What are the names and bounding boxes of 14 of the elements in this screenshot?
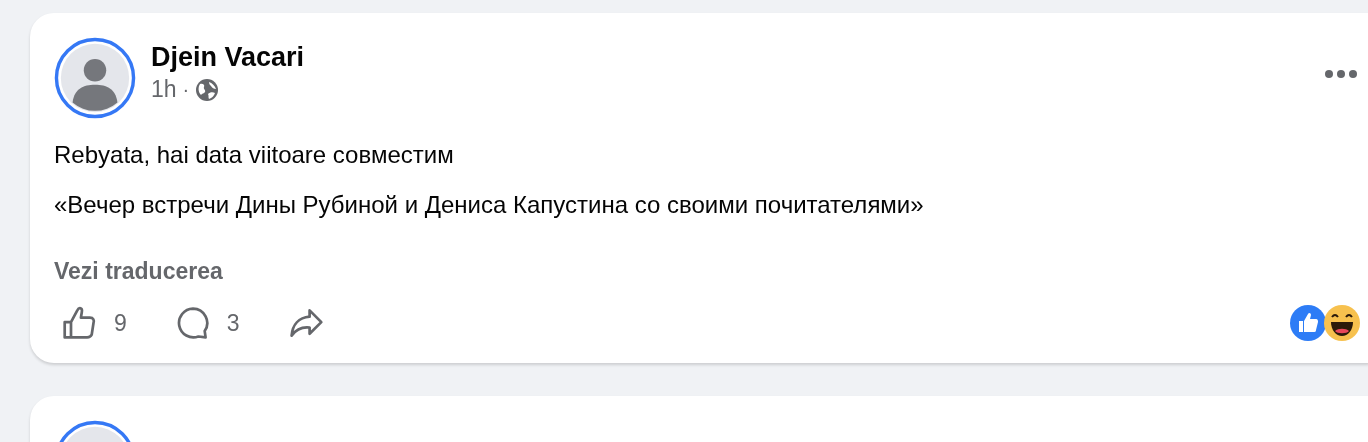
post-text: Rebyata, hai data viitoare совместим	[54, 140, 455, 170]
laughing-emoji-icon[interactable]	[1324, 305, 1360, 341]
separator-dot: ·	[182, 78, 190, 101]
more-options-icon[interactable]	[1324, 69, 1358, 79]
like-icon[interactable]	[62, 305, 98, 341]
author-name[interactable]: Djein Vacari	[151, 39, 305, 75]
like-reaction-icon[interactable]	[1290, 305, 1326, 341]
globe-icon	[195, 77, 220, 102]
like-count: 9	[114, 309, 127, 337]
post-text: «Вечер встречи Дины Рубиной и Дениса Капустина со своими почитателями»	[54, 190, 925, 220]
see-translation-link[interactable]: Vezi traducerea	[54, 258, 223, 285]
post-time[interactable]: 1h	[151, 76, 177, 103]
comment-count: 3	[226, 309, 240, 337]
avatar-icon[interactable]	[54, 37, 136, 119]
